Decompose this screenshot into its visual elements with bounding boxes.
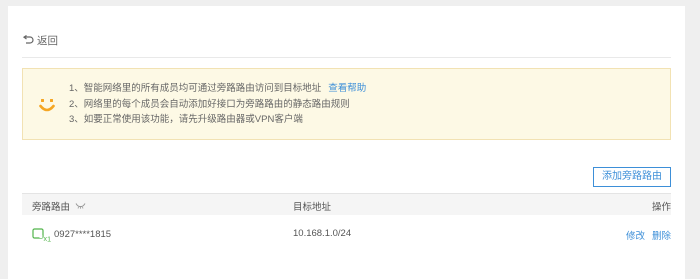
main-panel: 返回 1、智能网络里的所有成员均可通过旁路路由访问到目标地址 查看帮助 2、网络里… [8, 6, 685, 279]
page-scrollbar[interactable] [692, 0, 700, 279]
router-name: 0927****1815 [54, 229, 112, 240]
notice-line-3: 3、如要正常使用该功能，请先升级路由器或VPN客户端 [69, 114, 303, 125]
header-target-address: 目标地址 [293, 202, 332, 213]
device-icon: x 1 [32, 228, 51, 244]
back-button[interactable]: 返回 [22, 33, 58, 48]
notice-text: 1、智能网络里的所有成员均可通过旁路路由访问到目标地址 查看帮助 2、网络里的每个… [69, 81, 366, 128]
help-link[interactable]: 查看帮助 [328, 83, 366, 94]
row-actions: 修改 删除 [626, 228, 671, 242]
table-header: 旁路路由 目标地址 操作 [22, 193, 671, 215]
router-cell: x 1 0927****1815 [32, 228, 112, 244]
delete-link[interactable]: 删除 [652, 228, 671, 242]
target-address: 10.168.1.0/24 [293, 228, 352, 239]
back-arrow-icon [22, 35, 34, 46]
edit-link[interactable]: 修改 [626, 228, 645, 242]
smile-icon [39, 99, 55, 112]
add-bypass-route-button[interactable]: 添加旁路路由 [593, 167, 671, 187]
header-actions: 操作 [651, 202, 671, 213]
notice-line-2: 2、网络里的每个成员会自动添加好接口为旁路路由的静态路由规则 [69, 98, 350, 110]
notice-line-1: 1、智能网络里的所有成员均可通过旁路路由访问到目标地址 查看帮助 [69, 83, 367, 94]
table-row: x 1 0927****1815 10.168.1.0/24 修改 删除 [22, 222, 671, 248]
header-bypass-router[interactable]: 旁路路由 [32, 199, 86, 213]
filter-icon [75, 201, 86, 212]
notice-box: 1、智能网络里的所有成员均可通过旁路路由访问到目标地址 查看帮助 2、网络里的每个… [22, 68, 671, 140]
divider [22, 57, 671, 58]
svg-text:1: 1 [47, 235, 51, 243]
back-label: 返回 [37, 35, 58, 47]
